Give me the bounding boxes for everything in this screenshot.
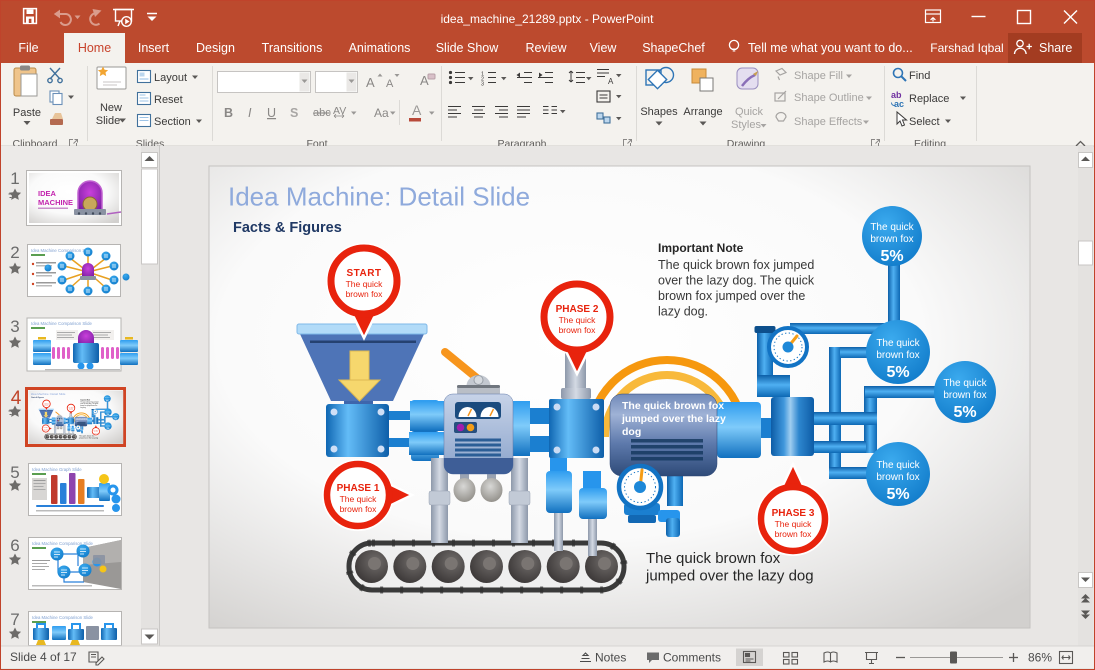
svg-text:Insert: Insert bbox=[138, 41, 170, 55]
svg-text:Idea Machine Comparison Slide: Idea Machine Comparison Slide bbox=[31, 321, 93, 326]
svg-text:Shapes: Shapes bbox=[640, 106, 678, 118]
svg-text:I: I bbox=[248, 106, 252, 120]
svg-text:U: U bbox=[267, 106, 276, 120]
svg-text:IDEA: IDEA bbox=[38, 189, 57, 198]
svg-text:3: 3 bbox=[10, 317, 19, 336]
svg-text:Shape Fill: Shape Fill bbox=[794, 70, 843, 82]
svg-text:Aa: Aa bbox=[374, 106, 389, 120]
svg-text:A: A bbox=[412, 102, 422, 118]
svg-text:File: File bbox=[18, 41, 38, 55]
svg-text:A: A bbox=[386, 78, 394, 90]
svg-text:4: 4 bbox=[11, 388, 22, 409]
svg-text:abc: abc bbox=[313, 107, 331, 119]
svg-text:5: 5 bbox=[10, 463, 19, 482]
svg-text:Layout: Layout bbox=[154, 72, 187, 84]
svg-text:Comments: Comments bbox=[663, 651, 721, 665]
svg-text:New: New bbox=[100, 102, 122, 114]
svg-text:Animations: Animations bbox=[349, 41, 411, 55]
svg-text:Slide: Slide bbox=[96, 115, 120, 127]
svg-text:Transitions: Transitions bbox=[262, 41, 323, 55]
svg-text:Notes: Notes bbox=[595, 651, 626, 665]
svg-text:6: 6 bbox=[10, 536, 19, 555]
svg-text:Arrange: Arrange bbox=[683, 106, 722, 118]
svg-text:1: 1 bbox=[10, 169, 19, 188]
svg-text:86%: 86% bbox=[1028, 651, 1052, 665]
svg-text:Replace: Replace bbox=[909, 93, 949, 105]
svg-text:Shape Effects: Shape Effects bbox=[794, 116, 863, 128]
svg-text:ac: ac bbox=[894, 99, 904, 109]
svg-text:S: S bbox=[290, 106, 298, 120]
svg-text:Styles: Styles bbox=[731, 119, 761, 131]
svg-text:Paste: Paste bbox=[13, 107, 41, 119]
svg-text:Reset: Reset bbox=[154, 94, 183, 106]
svg-text:Find: Find bbox=[909, 70, 930, 82]
svg-text:Home: Home bbox=[78, 41, 111, 55]
svg-text:Slide Show: Slide Show bbox=[436, 41, 500, 55]
svg-text:Farshad Iqbal: Farshad Iqbal bbox=[930, 41, 1003, 55]
svg-text:A: A bbox=[608, 77, 614, 86]
svg-text:Share: Share bbox=[1039, 41, 1072, 55]
svg-text:Review: Review bbox=[526, 41, 568, 55]
svg-text:Design: Design bbox=[196, 41, 235, 55]
svg-text:Idea Machine Comparison Slide: Idea Machine Comparison Slide bbox=[31, 248, 93, 253]
svg-text:A: A bbox=[366, 75, 375, 90]
svg-text:Select: Select bbox=[909, 116, 940, 128]
svg-text:3: 3 bbox=[481, 82, 484, 88]
svg-text:Tell me what you want to do...: Tell me what you want to do... bbox=[748, 41, 913, 55]
svg-text:View: View bbox=[590, 41, 618, 55]
svg-text:Section: Section bbox=[154, 116, 191, 128]
svg-text:Quick: Quick bbox=[735, 106, 764, 118]
svg-text:ShapeChef: ShapeChef bbox=[642, 41, 705, 55]
svg-text:2: 2 bbox=[10, 243, 19, 262]
svg-text:Idea Machine Comparison Slide: Idea Machine Comparison Slide bbox=[32, 615, 94, 620]
svg-text:Idea Machine Graph Slide: Idea Machine Graph Slide bbox=[32, 467, 82, 472]
svg-text:idea_machine_21289.pptx - Powe: idea_machine_21289.pptx - PowerPoint bbox=[441, 12, 654, 26]
svg-text:Slide 4 of 17: Slide 4 of 17 bbox=[10, 650, 77, 664]
svg-text:MACHINE: MACHINE bbox=[38, 198, 73, 207]
svg-text:7: 7 bbox=[10, 610, 19, 629]
svg-text:B: B bbox=[224, 106, 233, 120]
svg-text:Shape Outline: Shape Outline bbox=[794, 92, 864, 104]
